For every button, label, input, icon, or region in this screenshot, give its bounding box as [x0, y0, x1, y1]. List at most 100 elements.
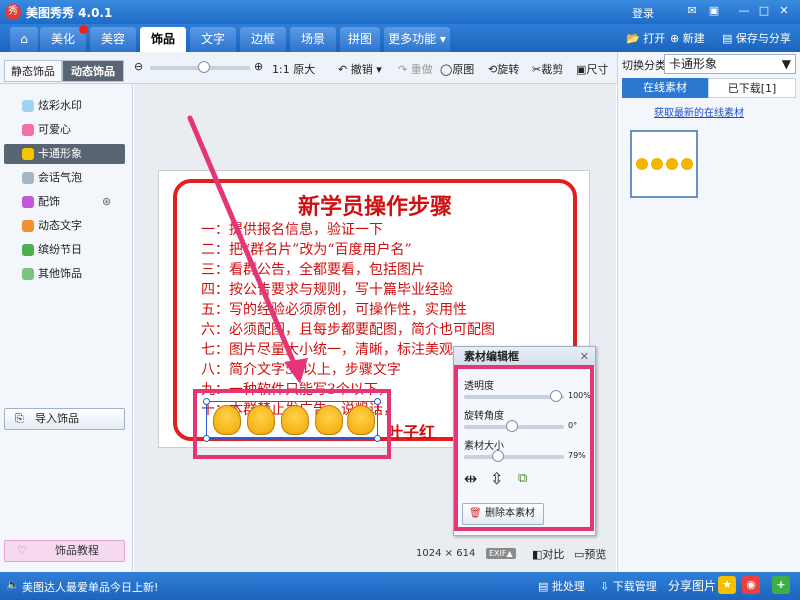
tab-text[interactable]: 文字 [190, 27, 236, 52]
import-button[interactable]: ⎘ 导入饰品 [4, 408, 125, 430]
category-item-dynamic-text[interactable]: 动态文字 [4, 216, 125, 236]
scissors-icon: ✂ [532, 63, 542, 76]
category-item-festival[interactable]: 缤纷节日 [4, 240, 125, 260]
rotate-label: 旋转 [497, 63, 520, 76]
dialog-highlight-box [454, 365, 594, 531]
poster-line: 二：把“群名片”改为“百度用户名” [201, 242, 412, 258]
gift-icon [22, 244, 34, 256]
batch-label: 批处理 [551, 580, 585, 593]
settings-icon[interactable]: ▣ [706, 4, 722, 18]
tutorial-button[interactable]: ♡ 饰品教程 [4, 540, 125, 562]
get-latest-link[interactable]: 获取最新的在线素材 [654, 104, 744, 119]
resize-icon: ▣ [576, 63, 587, 76]
category-item-other[interactable]: 其他饰品 [4, 264, 125, 284]
share-label: 分享图片 [668, 579, 717, 593]
heart-icon [22, 124, 34, 136]
material-panel: 切换分类 卡通形象 ▼ 在线素材 已下载[1] 获取最新的在线素材 [617, 52, 800, 572]
zoom-in-icon[interactable]: ⊕ [254, 60, 263, 73]
tab-home[interactable]: ⌂ [10, 27, 38, 52]
close-icon[interactable]: ✕ [776, 4, 792, 18]
category-item-bubble[interactable]: 会话气泡 [4, 168, 125, 188]
open-label: 打开 [643, 32, 666, 45]
category-item-heart[interactable]: 可爱心 [4, 120, 125, 140]
tab-more[interactable]: 更多功能 ▾ [384, 27, 450, 52]
rotate-button[interactable]: ⟲旋转 [488, 61, 519, 77]
tab-beautify[interactable]: 美化 [40, 25, 88, 52]
dialog-close-icon[interactable]: ✕ [580, 350, 589, 363]
save-share-button[interactable]: ▤ 保存与分享 [722, 30, 791, 46]
zoom-out-icon[interactable]: ⊖ [134, 60, 143, 73]
subtab-dynamic[interactable]: 动态饰品 [62, 60, 124, 82]
login-link[interactable]: 登录 [632, 5, 654, 21]
exif-button[interactable]: EXIF▲ [486, 548, 516, 559]
preview-icon: ▭ [574, 548, 585, 561]
undo-button[interactable]: ↶ 撤销 ▾ [338, 61, 382, 77]
category-select[interactable]: 卡通形象 ▼ [664, 54, 796, 74]
poster-line: 八：简介文字50以上，步骤文字 [201, 362, 401, 378]
category-item-accessory[interactable]: 配饰 ⊛ [4, 192, 125, 212]
text-icon [22, 220, 34, 232]
compare-icon: ◧ [532, 548, 543, 561]
expand-icon[interactable]: ⊛ [102, 192, 111, 212]
circle-icon: ◯ [440, 63, 453, 76]
subtab-static[interactable]: 静态饰品 [4, 60, 62, 82]
import-label: 导入饰品 [35, 412, 79, 425]
crop-button[interactable]: ✂裁剪 [532, 61, 563, 77]
redo-button[interactable]: ↷ 重做 [398, 61, 433, 77]
tab-downloaded[interactable]: 已下载[1] [708, 78, 796, 98]
poster-line: 一：提供报名信息，验证一下 [201, 222, 383, 238]
star-icon[interactable]: ★ [718, 576, 736, 594]
poster-line: 六：必须配图，且每步都要配图，简介也可配图 [201, 322, 495, 338]
duck-thumb [666, 158, 678, 170]
material-thumbnail[interactable] [630, 130, 698, 198]
original-size-button[interactable]: 1:1 原大 [272, 61, 315, 77]
tab-collage[interactable]: 拼图 [340, 27, 380, 52]
app-logo: 秀 [5, 4, 21, 20]
download-manager-label: 下载管理 [612, 580, 657, 593]
open-button[interactable]: 📂 打开 [626, 30, 665, 46]
chat-bubble-icon [22, 172, 34, 184]
image-width: 1024 [416, 548, 442, 559]
batch-button[interactable]: ▤ 批处理 [538, 578, 585, 594]
maximize-icon[interactable]: □ [756, 4, 772, 18]
category-item-cartoon[interactable]: 卡通形象 [4, 144, 125, 164]
watermark-icon [22, 100, 34, 112]
leaf-icon [22, 268, 34, 280]
tab-scene[interactable]: 场景 [290, 27, 336, 52]
preview-button[interactable]: ▭预览 [574, 546, 606, 562]
weibo-icon[interactable]: ◉ [742, 576, 760, 594]
bow-icon [22, 196, 34, 208]
compare-button[interactable]: ◧对比 [532, 546, 564, 562]
image-height: 614 [456, 548, 476, 559]
dialog-title: 素材编辑框 [454, 347, 595, 367]
image-dimensions: 1024 × 614 [416, 548, 475, 559]
tab-border[interactable]: 边框 [240, 27, 286, 52]
tab-accessories[interactable]: 饰品 [140, 27, 186, 52]
sticker-highlight-box [193, 389, 391, 459]
preview-label: 预览 [584, 548, 607, 561]
status-message[interactable]: 美图达人最爱单品今日上新! [22, 579, 158, 595]
tab-online-material[interactable]: 在线素材 [622, 78, 708, 98]
chevron-down-icon: ▼ [781, 57, 791, 71]
resize-button[interactable]: ▣尺寸 [576, 61, 608, 77]
duck-thumb [681, 158, 693, 170]
poster-line: 三：看群公告，全都要看，包括图片 [201, 262, 425, 278]
import-icon: ⎘ [15, 412, 24, 425]
download-icon: ⇩ [600, 580, 610, 593]
poster-title: 新学员操作步骤 [297, 194, 452, 220]
download-manager-button[interactable]: ⇩ 下载管理 [600, 578, 657, 594]
speaker-icon: 🔈 [6, 578, 20, 591]
message-icon[interactable]: ✉ [684, 4, 700, 18]
add-share-icon[interactable]: + [772, 576, 790, 594]
new-button[interactable]: ⊕ 新建 [670, 30, 705, 46]
zoom-slider-knob[interactable] [198, 61, 210, 73]
tab-beauty[interactable]: 美容 [90, 27, 136, 52]
category-label: 其他饰品 [38, 267, 82, 280]
original-button[interactable]: ◯原图 [440, 61, 474, 77]
title-bar: 秀 美图秀秀 4.0.1 登录 ✉ ▣ — □ ✕ [0, 0, 800, 24]
category-item-watermark[interactable]: 炫彩水印 [4, 96, 125, 116]
redo-label: 重做 [410, 63, 433, 76]
folder-icon: 📂 [626, 32, 640, 45]
minimize-icon[interactable]: — [736, 4, 752, 18]
size-label: 尺寸 [586, 63, 609, 76]
